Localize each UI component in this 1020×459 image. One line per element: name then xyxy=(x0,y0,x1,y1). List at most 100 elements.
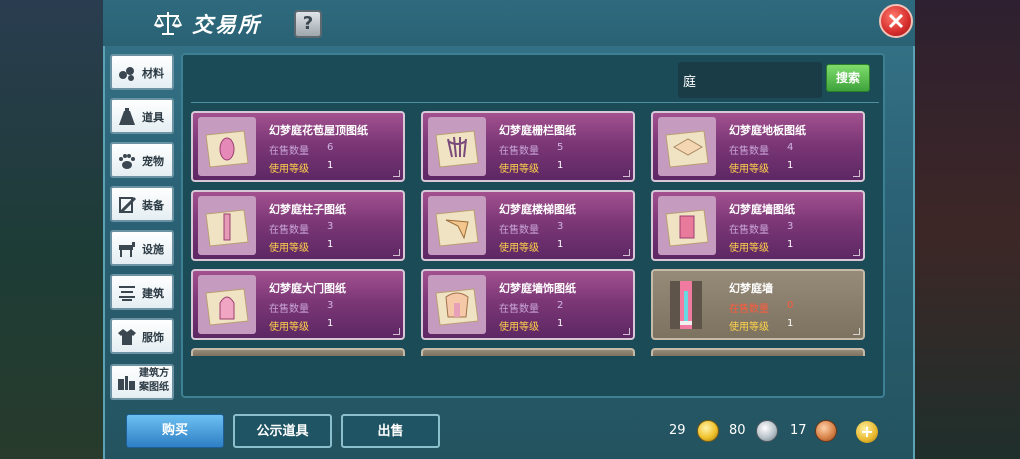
level-label: 使用等级 xyxy=(499,322,539,333)
roof-blueprint-icon xyxy=(205,130,249,168)
item-card[interactable]: 幻梦庭花苞屋顶图纸 在售数量 6 使用等级 1 xyxy=(191,111,405,182)
count-label: 在售数量 xyxy=(729,304,769,315)
item-card[interactable]: 幻梦庭楼梯图纸 在售数量 3 使用等级 1 xyxy=(421,190,635,261)
item-card[interactable]: 幻梦庭墙饰图纸 在售数量 2 使用等级 1 xyxy=(421,269,635,340)
scales-icon xyxy=(153,12,183,35)
equipment-icon xyxy=(119,196,137,214)
item-thumbnail xyxy=(428,275,486,334)
item-card[interactable]: 幻梦庭大门图纸 在售数量 3 使用等级 1 xyxy=(191,269,405,340)
item-count: 在售数量 3 xyxy=(269,221,333,236)
level-label: 使用等级 xyxy=(269,164,309,175)
item-card-partial[interactable] xyxy=(421,348,635,356)
item-card[interactable]: 幻梦庭栅栏图纸 在售数量 5 使用等级 1 xyxy=(421,111,635,182)
item-name: 幻梦庭墙饰图纸 xyxy=(499,282,576,295)
item-level: 使用等级 1 xyxy=(729,160,793,175)
showcase-button[interactable]: 公示道具 xyxy=(233,414,332,448)
level-label: 使用等级 xyxy=(499,243,539,254)
add-currency-button[interactable]: + xyxy=(856,421,878,443)
flask-icon xyxy=(119,108,135,125)
count-value: 5 xyxy=(557,142,564,153)
item-level: 使用等级 1 xyxy=(499,318,563,333)
count-value: 2 xyxy=(557,300,564,311)
item-name: 幻梦庭楼梯图纸 xyxy=(499,203,576,216)
count-label: 在售数量 xyxy=(729,146,769,157)
category-label: 材料 xyxy=(142,67,164,80)
count-label: 在售数量 xyxy=(499,225,539,236)
item-card[interactable]: 幻梦庭地板图纸 在售数量 4 使用等级 1 xyxy=(651,111,865,182)
category-pets[interactable]: 宠物 xyxy=(110,142,174,178)
search-input[interactable] xyxy=(678,62,822,98)
item-card-partial[interactable] xyxy=(191,348,405,356)
copper-amount: 17 xyxy=(790,423,807,438)
item-level: 使用等级 1 xyxy=(269,160,333,175)
level-value: 1 xyxy=(327,318,334,329)
level-label: 使用等级 xyxy=(269,243,309,254)
item-thumbnail xyxy=(198,275,256,334)
category-equipment[interactable]: 装备 xyxy=(110,186,174,222)
wall-piece-icon xyxy=(670,281,702,329)
silver-amount: 80 xyxy=(729,423,746,438)
floor-blueprint-icon xyxy=(665,130,709,168)
help-button[interactable]: ? xyxy=(294,10,322,38)
item-card[interactable]: 幻梦庭墙图纸 在售数量 3 使用等级 1 xyxy=(651,190,865,261)
count-value: 4 xyxy=(787,142,794,153)
count-label: 在售数量 xyxy=(729,225,769,236)
count-value: 3 xyxy=(787,221,794,232)
corner-mark xyxy=(393,249,400,256)
item-thumbnail xyxy=(198,117,256,176)
item-card[interactable]: 幻梦庭柱子图纸 在售数量 3 使用等级 1 xyxy=(191,190,405,261)
item-name: 幻梦庭花苞屋顶图纸 xyxy=(269,124,368,137)
item-card-partial[interactable] xyxy=(651,348,865,356)
level-value: 1 xyxy=(787,239,794,250)
level-label: 使用等级 xyxy=(269,322,309,333)
divider xyxy=(191,102,879,103)
silver-coin-icon xyxy=(756,420,778,442)
category-items[interactable]: 道具 xyxy=(110,98,174,134)
wall-blueprint-icon xyxy=(665,209,709,247)
level-value: 1 xyxy=(787,160,794,171)
sell-button[interactable]: 出售 xyxy=(341,414,440,448)
category-materials[interactable]: 材料 xyxy=(110,54,174,90)
paw-icon xyxy=(119,154,135,169)
close-button[interactable] xyxy=(879,4,913,38)
wall-decor-blueprint-icon xyxy=(435,288,479,326)
category-label: 设施 xyxy=(142,243,164,256)
gate-blueprint-icon xyxy=(205,288,249,326)
item-level: 使用等级 1 xyxy=(269,239,333,254)
count-value: 6 xyxy=(327,142,334,153)
category-blueprints[interactable]: 建筑方案图纸 xyxy=(110,364,174,400)
level-value: 1 xyxy=(327,239,334,250)
category-label: 服饰 xyxy=(142,331,164,344)
category-label: 宠物 xyxy=(142,155,164,168)
item-thumbnail xyxy=(658,275,716,334)
item-level: 使用等级 1 xyxy=(729,318,793,333)
count-label: 在售数量 xyxy=(269,225,309,236)
count-value: 3 xyxy=(557,221,564,232)
item-thumbnail xyxy=(428,196,486,255)
category-clothing[interactable]: 服饰 xyxy=(110,318,174,354)
item-level: 使用等级 1 xyxy=(499,239,563,254)
corner-mark xyxy=(623,170,630,177)
item-count: 在售数量 3 xyxy=(499,221,563,236)
category-label: 道具 xyxy=(142,111,164,124)
corner-mark xyxy=(623,328,630,335)
item-thumbnail xyxy=(658,117,716,176)
search-button[interactable]: 搜索 xyxy=(826,64,870,92)
item-count: 在售数量 0 xyxy=(729,300,793,315)
item-count: 在售数量 2 xyxy=(499,300,563,315)
category-facility[interactable]: 设施 xyxy=(110,230,174,266)
corner-mark xyxy=(853,170,860,177)
item-card[interactable]: 幻梦庭墙 在售数量 0 使用等级 1 xyxy=(651,269,865,340)
corner-mark xyxy=(853,328,860,335)
buy-button[interactable]: 购买 xyxy=(126,414,224,448)
level-value: 1 xyxy=(557,239,564,250)
corner-mark xyxy=(853,249,860,256)
page-title: 交易所 xyxy=(192,13,261,37)
item-count: 在售数量 6 xyxy=(269,142,333,157)
count-label: 在售数量 xyxy=(269,304,309,315)
category-label: 装备 xyxy=(142,199,164,212)
count-value: 3 xyxy=(327,221,334,232)
category-building[interactable]: 建筑 xyxy=(110,274,174,310)
item-count: 在售数量 3 xyxy=(269,300,333,315)
count-label: 在售数量 xyxy=(499,146,539,157)
